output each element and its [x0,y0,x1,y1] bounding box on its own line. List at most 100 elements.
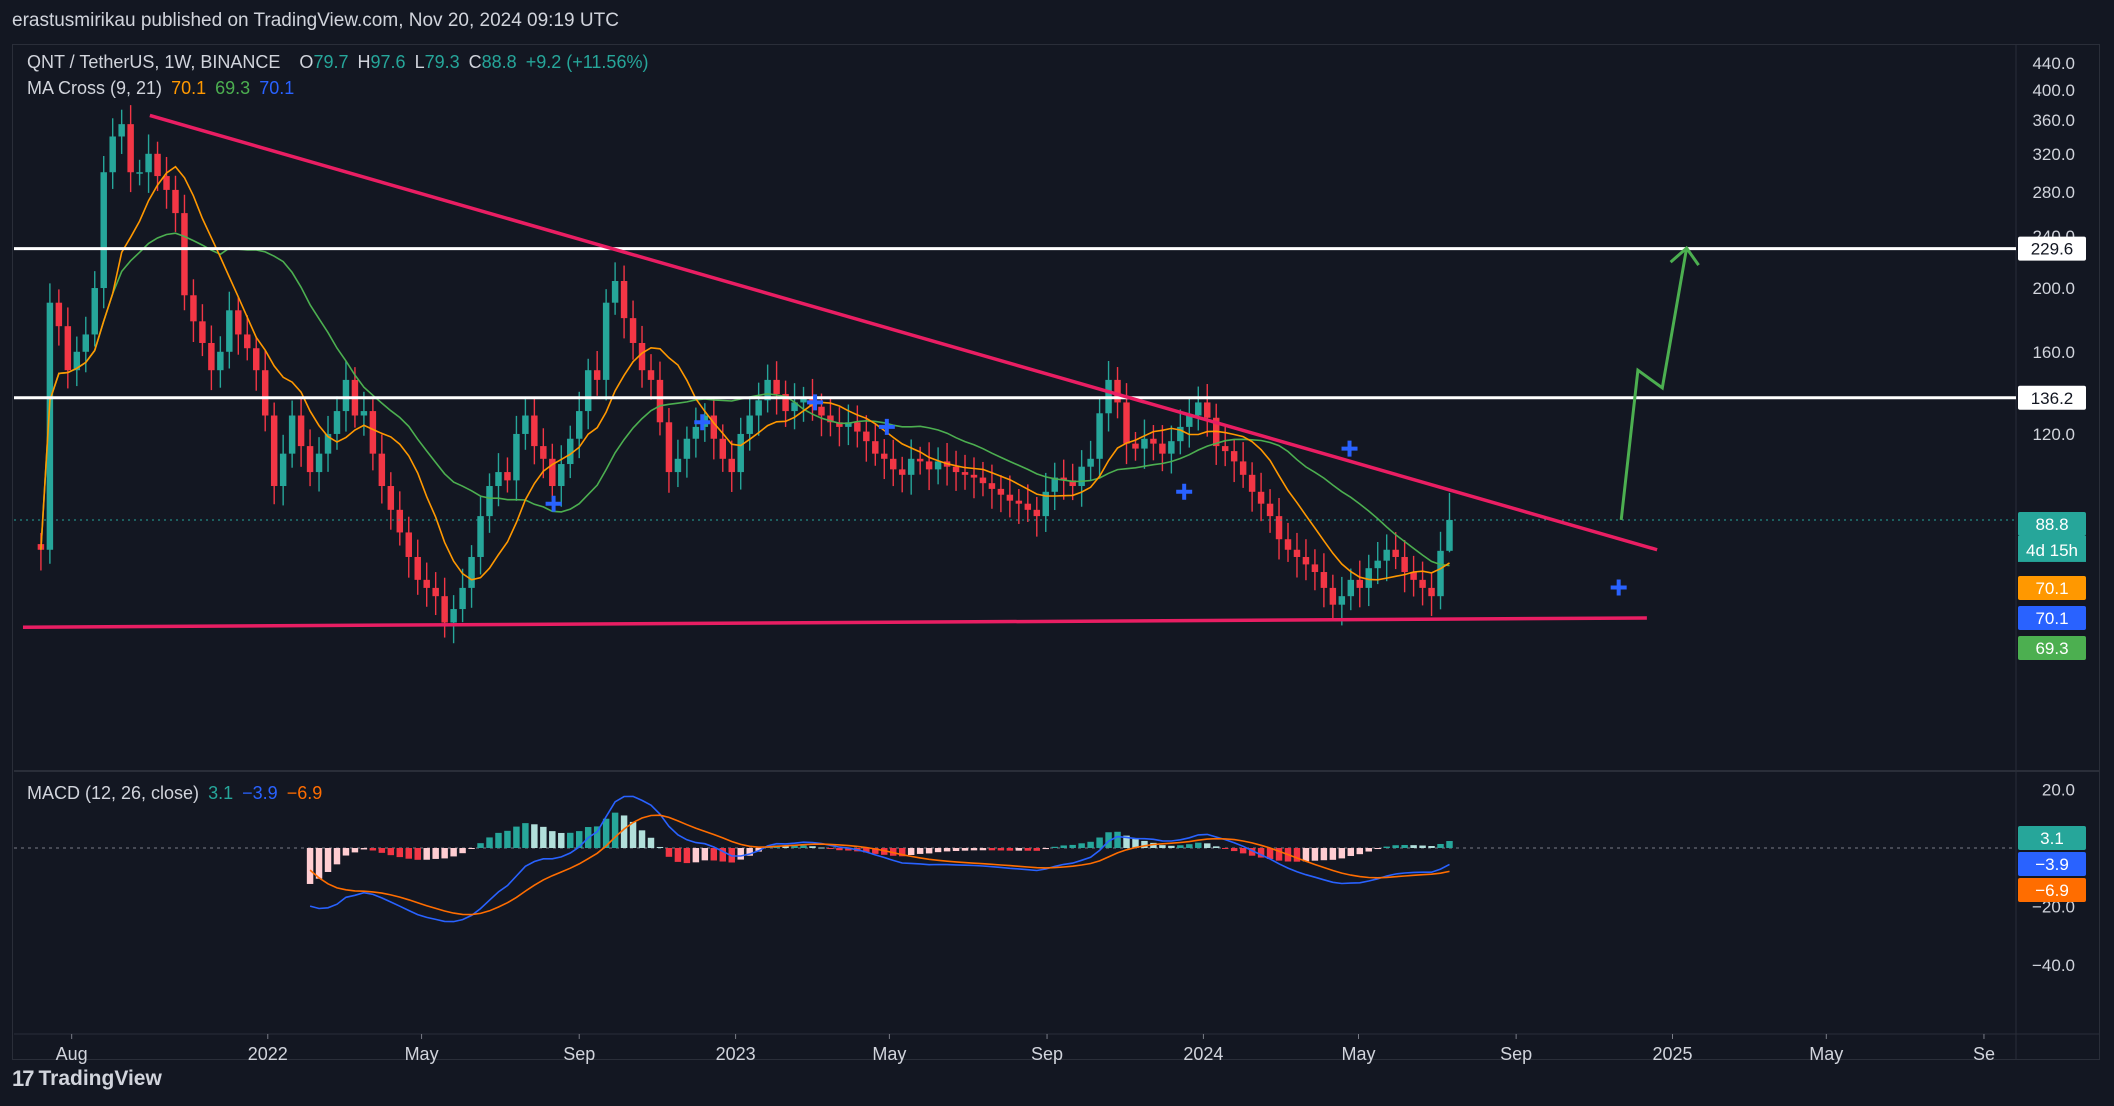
footer-brand[interactable]: TradingView [38,1067,161,1091]
ma-value-box: 69.3 [2018,635,2086,660]
legend-h-label: H [357,52,371,72]
candle-body [154,153,161,177]
candle-body [890,458,897,470]
candle-body [1033,509,1041,517]
candle-body [1338,596,1346,605]
macd-histogram-bar [531,824,538,848]
ma-fast-value: 70.1 [171,78,207,98]
candle-body [432,587,439,597]
candle-body [1123,402,1130,444]
macd-histogram-bar [1159,845,1166,848]
trendline [149,113,1658,552]
ma-cross-marker [1176,483,1193,500]
macd-histogram-bar [1087,841,1094,848]
candle-body [1284,539,1292,550]
candle-body [988,483,996,489]
macd-histogram-bar [1033,848,1041,851]
candle-body [665,422,673,473]
macd-histogram-bar [522,823,529,848]
candle-body [513,433,520,481]
candle-body [253,348,260,371]
macd-histogram-bar [943,848,951,852]
macd-histogram-bar [1311,848,1319,861]
legend-l-label: L [414,52,425,72]
candle-body [674,458,682,473]
macd-histogram-bar [647,837,655,848]
candle-body [979,477,987,484]
macd-histogram-bar [1168,845,1175,848]
macd-histogram-bar [1401,845,1408,848]
candle-body [925,461,933,470]
macd-histogram-bar [1230,848,1238,852]
candle-body [199,321,206,343]
candle-body [1159,443,1166,454]
macd-histogram-bar [674,848,682,862]
macd-histogram-bar [387,848,395,856]
ma-legend: MA Cross (9, 21) 70.1 69.3 70.1 [27,78,298,99]
ma-slow-line [40,232,1450,567]
candle-body [522,415,529,434]
candle-body [997,488,1005,495]
legend-open-value: 79.7 [313,52,349,72]
macd-value-box-text: −6.9 [2035,881,2069,900]
candle-body [1428,587,1435,597]
time-tick-label: May [1341,1044,1375,1064]
macd-histogram-bar [800,845,807,848]
time-tick-label: 2023 [716,1044,756,1064]
macd-value-box-text: −3.9 [2035,855,2069,874]
level-price-box: 229.6 [2018,236,2086,261]
macd-value-box-text: 3.1 [2040,829,2064,848]
macd-histogram-bar [342,848,350,856]
candle-body [1024,503,1032,510]
candle-body [244,334,251,349]
candle-body [952,466,960,473]
candle-body [1195,402,1202,416]
macd-histogram-bar [513,826,520,848]
candle-body [629,318,637,343]
candle-body [1392,549,1399,557]
candle-body [100,172,107,289]
macd-histogram-bar [827,848,834,849]
macd-histogram-bar [1356,848,1364,855]
trendline [22,616,1647,629]
macd-histogram-bar [665,848,673,857]
legend-c-label: C [468,52,482,72]
candle-body [584,370,592,412]
macd-histogram-bar [459,848,466,854]
candle-body [773,379,780,395]
candle-body [907,458,915,475]
price-tick-label: 200.0 [2032,279,2075,298]
macd-histogram-bar [441,848,448,859]
candle-body [396,509,404,533]
candle-body [118,124,125,137]
macd-signal-value: −6.9 [286,783,323,803]
candle-body [1230,451,1238,462]
candle-body [486,486,493,517]
macd-histogram-bar [1347,848,1355,856]
chart-canvas[interactable]: 440.0400.0360.0320.0280.0240.0200.0160.0… [0,0,2114,1106]
candle-body [1078,466,1085,487]
candle-body [1204,402,1211,418]
macd-histogram-bar [540,826,547,848]
macd-histogram-bar [1114,831,1121,848]
candle-body [91,288,98,335]
last-price-box: 88.8 [2018,511,2086,536]
macd-signal-line [309,814,1450,916]
candle-body [1356,579,1364,588]
candle-body [297,415,305,447]
candle-body [1302,556,1310,565]
candle-body [818,406,825,416]
candle-body [1006,494,1014,501]
macd-histogram-bar [324,848,332,872]
candle-body [1320,572,1328,588]
macd-histogram-bar [629,821,637,848]
macd-histogram-bar [414,848,421,860]
macd-histogram-bar [979,848,987,851]
candle-body [405,532,412,557]
macd-line-value: −3.9 [242,783,278,803]
time-tick-label: Se [1973,1044,1995,1064]
ma-fast-line [40,165,1450,581]
macd-histogram-bar [432,848,439,859]
level-price-box-text: 229.6 [2031,240,2074,259]
candle-body [306,446,314,473]
